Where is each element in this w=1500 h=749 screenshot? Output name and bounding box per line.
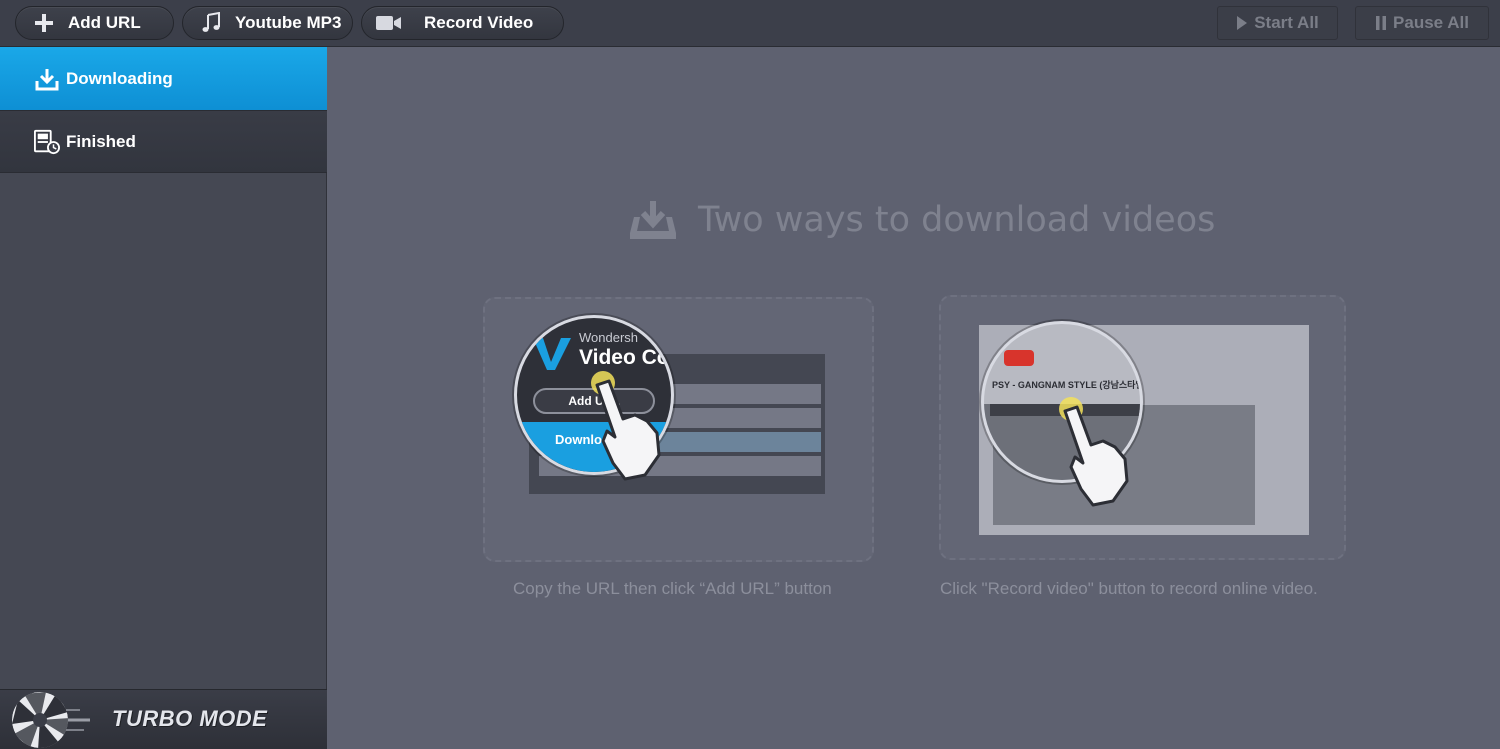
pointing-hand-icon: [1059, 397, 1129, 507]
download-tray-icon: [628, 199, 678, 241]
play-icon: [1236, 16, 1248, 30]
record-video-instruction-card: PSY - GANGNAM STYLE (강남스타일) M/V: [939, 295, 1346, 560]
headline-text: Two ways to download videos: [698, 200, 1216, 240]
illustration-app-title: Wondersh: [579, 330, 639, 345]
video-camera-icon: [376, 11, 402, 35]
start-all-button[interactable]: Start All: [1217, 6, 1338, 40]
illustration-app-name: Video Co: [579, 346, 670, 369]
add-url-caption: Copy the URL then click “Add URL” button: [513, 579, 832, 598]
add-url-button[interactable]: Add URL: [15, 6, 174, 40]
pause-all-button[interactable]: Pause All: [1355, 6, 1489, 40]
start-all-label: Start All: [1254, 13, 1319, 32]
sidebar: Downloading Finished TURBO MODE: [0, 47, 327, 749]
youtube-mp3-button[interactable]: Youtube MP3: [182, 6, 353, 40]
pause-icon: [1375, 16, 1387, 30]
sidebar-item-finished[interactable]: Finished: [0, 110, 327, 173]
plus-icon: [32, 11, 56, 35]
pointing-hand-icon: [591, 371, 661, 481]
aperture-icon: [10, 690, 98, 749]
youtube-mp3-label: Youtube MP3: [235, 13, 342, 32]
brand-logo-icon: [533, 338, 571, 370]
turbo-mode-label: TURBO MODE: [112, 706, 268, 731]
turbo-mode-toggle[interactable]: TURBO MODE: [0, 689, 327, 749]
record-video-button[interactable]: Record Video: [361, 6, 564, 40]
sidebar-item-label: Downloading: [66, 68, 173, 88]
add-url-label: Add URL: [68, 13, 141, 32]
record-video-label: Record Video: [424, 13, 534, 32]
add-url-instruction-card: Wondersh Video Co Add URL Downloading: [483, 297, 874, 562]
music-note-icon: [199, 11, 223, 35]
illustration-video-title: PSY - GANGNAM STYLE (강남스타일) M/V: [992, 380, 1143, 390]
empty-state-headline: Two ways to download videos: [628, 199, 1215, 241]
sidebar-item-label: Finished: [66, 131, 136, 151]
record-video-caption: Click "Record video" button to record on…: [940, 579, 1318, 598]
top-toolbar: Add URL Youtube MP3 Record Video Start A…: [0, 0, 1500, 47]
download-icon: [34, 66, 60, 92]
main-panel: Two ways to download videos Wondersh Vid…: [328, 47, 1500, 749]
sidebar-item-downloading[interactable]: Downloading: [0, 47, 327, 110]
finished-icon: [34, 129, 60, 155]
youtube-logo-icon: [1004, 350, 1034, 366]
pause-all-label: Pause All: [1393, 13, 1469, 32]
